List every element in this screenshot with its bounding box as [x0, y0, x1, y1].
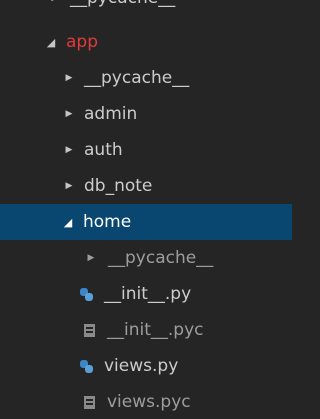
expanded-chevron-icon[interactable]: ◢: [44, 36, 58, 49]
tree-item-home[interactable]: ◢ home: [0, 204, 292, 240]
tree-item-label: app: [66, 32, 98, 52]
tree-item-views-pyc[interactable]: views.pyc: [0, 384, 292, 419]
compiled-file-icon: [84, 395, 95, 409]
tree-item-init-py[interactable]: __init__.py: [0, 276, 292, 312]
tree-item-label: __pycache__: [70, 0, 175, 8]
tree-item-db-note[interactable]: ▶ db_note: [0, 168, 292, 204]
tree-item-label: auth: [84, 140, 123, 160]
compiled-file-icon: [84, 323, 95, 337]
python-file-icon: [80, 359, 93, 373]
tree-item-label: views.pyc: [107, 392, 191, 412]
tree-item-init-pyc[interactable]: __init__.pyc: [0, 312, 292, 348]
collapsed-chevron-icon[interactable]: ▶: [62, 145, 76, 155]
collapsed-chevron-icon[interactable]: ▶: [62, 109, 76, 119]
tree-item-label: __init__.pyc: [107, 320, 204, 340]
tree-item-pycache[interactable]: ▶ __pycache__: [0, 60, 292, 96]
collapsed-chevron-icon[interactable]: ▶: [84, 253, 98, 263]
python-file-icon: [80, 287, 93, 301]
expanded-chevron-icon[interactable]: ◢: [61, 216, 75, 229]
tree-item-label: db_note: [84, 176, 153, 196]
tree-item-admin[interactable]: ▶ admin: [0, 96, 292, 132]
tree-item-label: __init__.py: [104, 284, 192, 304]
tree-item-label: home: [83, 212, 132, 232]
tree-item-app[interactable]: ◢ app: [0, 24, 292, 60]
tree-item-home-pycache[interactable]: ▶ __pycache__: [0, 240, 292, 276]
file-explorer-tree: ▶ __pycache__ ◢ app ▶ __pycache__ ▶ admi…: [0, 0, 292, 419]
tree-item-views-py[interactable]: views.py: [0, 348, 292, 384]
tree-item-label: admin: [84, 104, 138, 124]
tree-item-auth[interactable]: ▶ auth: [0, 132, 292, 168]
tree-item-pycache-partial[interactable]: ▶ __pycache__: [0, 0, 292, 16]
collapsed-chevron-icon[interactable]: ▶: [62, 73, 76, 83]
tree-item-label: views.py: [104, 356, 179, 376]
collapsed-chevron-icon[interactable]: ▶: [48, 0, 62, 3]
tree-item-label: __pycache__: [108, 248, 214, 268]
collapsed-chevron-icon[interactable]: ▶: [62, 181, 76, 191]
tree-item-label: __pycache__: [84, 68, 190, 88]
